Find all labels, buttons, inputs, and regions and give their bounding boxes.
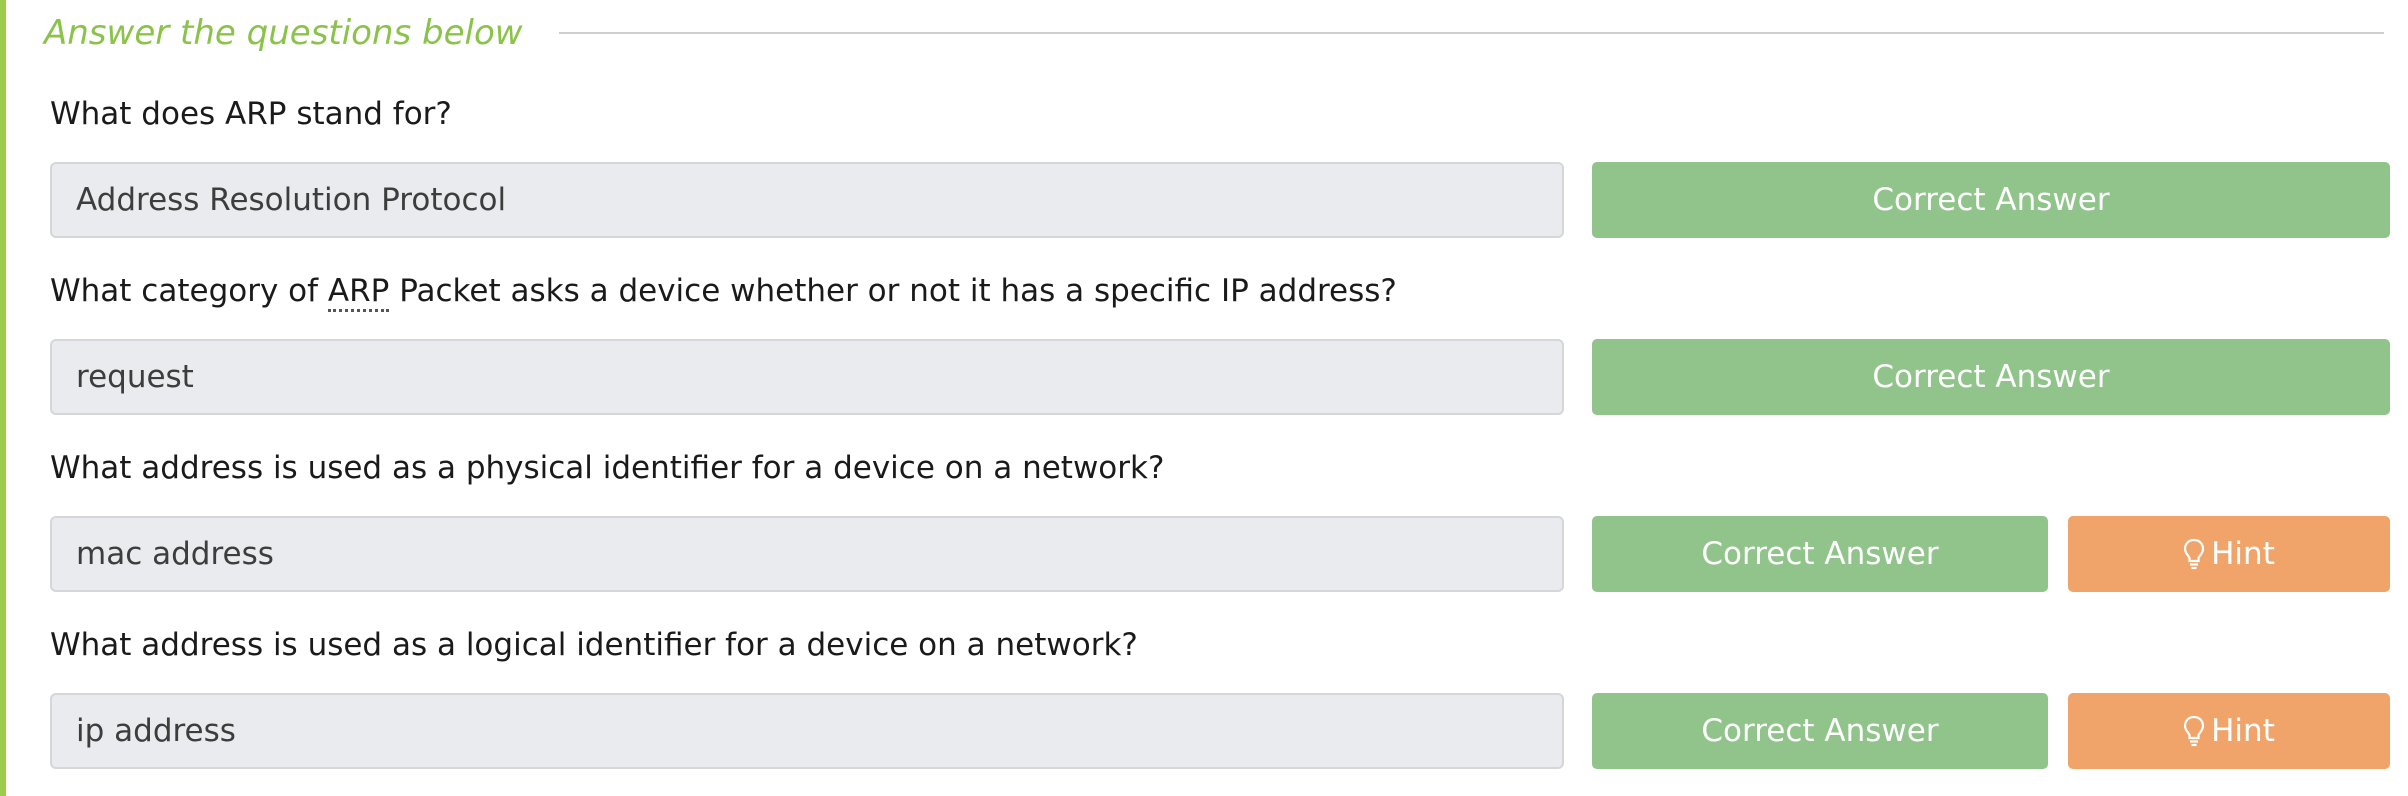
answer-4-value: ip address [76,713,236,749]
question-4-label: What address is used as a logical identi… [50,627,1138,663]
section-header: Answer the questions below [44,0,2384,66]
answer-1-value: Address Resolution Protocol [76,182,507,218]
question-2-label-before: What category of [50,273,328,309]
section-title: Answer the questions below [44,13,523,53]
correct-answer-label-4: Correct Answer [1701,713,1939,749]
hint-label-3: Hint [2211,536,2275,572]
hint-button-3[interactable]: Hint [2068,516,2390,592]
question-1-label: What does ARP stand for? [50,96,452,132]
answer-input-4[interactable]: ip address [50,693,1564,769]
section-divider [558,32,2384,34]
correct-answer-label-3: Correct Answer [1701,536,1939,572]
answer-input-3[interactable]: mac address [50,516,1564,592]
answer-input-1[interactable]: Address Resolution Protocol [50,162,1564,238]
correct-answer-label-2: Correct Answer [1872,359,2110,395]
hint-label-4: Hint [2211,713,2275,749]
lightbulb-icon [2183,538,2205,570]
answer-3-value: mac address [76,536,274,572]
arp-abbreviation: ARP [327,273,390,312]
questions-panel: Answer the questions below What does ARP… [0,0,2408,796]
correct-answer-button-1[interactable]: Correct Answer [1592,162,2390,238]
lightbulb-icon [2183,715,2205,747]
question-2-label-after: Packet asks a device whether or not it h… [389,273,1397,309]
question-4-text: What address is used as a logical identi… [50,627,1138,663]
correct-answer-button-2[interactable]: Correct Answer [1592,339,2390,415]
correct-answer-label-1: Correct Answer [1872,182,2110,218]
question-1-text: What does ARP stand for? [50,96,452,132]
correct-answer-button-3[interactable]: Correct Answer [1592,516,2048,592]
question-3-text: What address is used as a physical ident… [50,450,1164,486]
answer-2-value: request [76,359,194,395]
question-2-text: What category of ARP Packet asks a devic… [50,273,1397,312]
hint-button-4[interactable]: Hint [2068,693,2390,769]
answer-input-2[interactable]: request [50,339,1564,415]
question-3-label: What address is used as a physical ident… [50,450,1165,486]
correct-answer-button-4[interactable]: Correct Answer [1592,693,2048,769]
